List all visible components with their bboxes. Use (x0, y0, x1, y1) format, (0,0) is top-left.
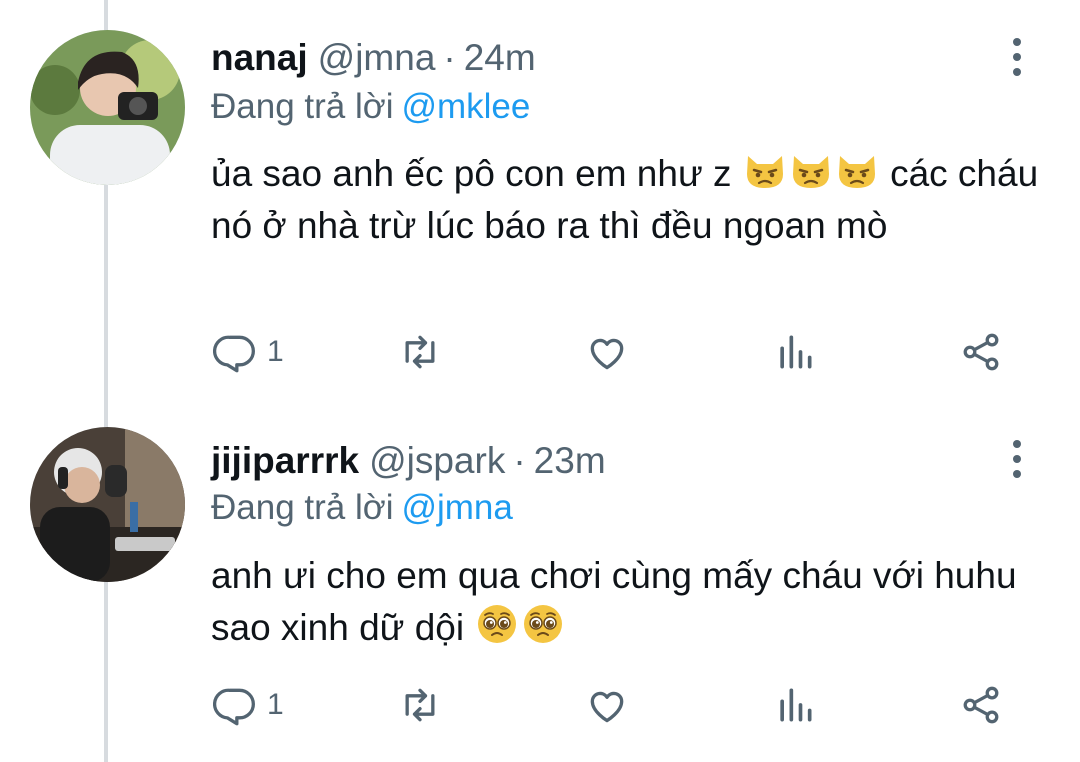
share-button[interactable] (959, 675, 1003, 735)
tweet-text: ủa sao anh ếc pô con em như z các cháu n… (211, 148, 1041, 252)
views-icon (780, 335, 812, 369)
username[interactable]: @jspark (369, 439, 505, 483)
share-button[interactable] (959, 322, 1003, 382)
tweet-text-part: anh ưi cho em qua chơi cùng mấy cháu với… (211, 555, 1017, 648)
like-icon (590, 338, 624, 370)
replying-prefix: Đang trả lời (211, 87, 394, 126)
timestamp[interactable]: 23m (534, 439, 606, 483)
retweet-button[interactable] (398, 322, 442, 382)
tweet-text-part: ủa sao anh ếc pô con em như z (211, 153, 732, 194)
tweet[interactable]: jijiparrrk @jspark · 23m Đang trả lời @jm… (0, 405, 1080, 762)
reply-icon (213, 688, 255, 726)
reply-count: 1 (267, 335, 284, 368)
pouting-cat-emoji (789, 148, 833, 192)
display-name[interactable]: nanaj (211, 36, 308, 80)
pouting-cat-emoji (743, 148, 787, 192)
tweet[interactable]: nanaj @jmna · 24m Đang trả lời @mklee ủa … (0, 0, 1080, 405)
like-icon (590, 691, 624, 723)
tweet-header: nanaj @jmna · 24m (211, 36, 1000, 80)
separator-dot: · (513, 440, 526, 481)
avatar[interactable] (30, 30, 185, 185)
reply-count: 1 (267, 688, 284, 721)
retweet-icon (405, 335, 435, 369)
pouting-cat-emoji (835, 148, 879, 192)
replying-to: Đang trả lời @mklee (211, 84, 530, 130)
separator-dot: · (443, 37, 456, 78)
tweet-text: anh ưi cho em qua chơi cùng mấy cháu với… (211, 550, 1041, 654)
display-name[interactable]: jijiparrrk (211, 439, 359, 483)
share-icon (963, 686, 999, 724)
share-icon (963, 333, 999, 371)
action-bar: 1 (211, 322, 1011, 382)
reply-button[interactable]: 1 (213, 675, 284, 735)
views-button[interactable] (773, 322, 817, 382)
action-bar: 1 (211, 675, 1011, 735)
mention-link[interactable]: @jmna (401, 488, 512, 527)
username[interactable]: @jmna (318, 36, 436, 80)
more-icon[interactable] (1002, 35, 1032, 79)
mention-link[interactable]: @mklee (401, 87, 530, 126)
reply-icon (213, 335, 255, 373)
views-icon (780, 688, 812, 722)
more-icon[interactable] (1002, 437, 1032, 481)
avatar[interactable] (30, 427, 185, 582)
tweet-header: jijiparrrk @jspark · 23m (211, 439, 1000, 483)
views-button[interactable] (773, 675, 817, 735)
pleading-face-emoji (521, 602, 565, 646)
reply-button[interactable]: 1 (213, 322, 284, 382)
retweet-button[interactable] (398, 675, 442, 735)
timestamp[interactable]: 24m (464, 36, 536, 80)
retweet-icon (405, 688, 435, 722)
pleading-face-emoji (475, 602, 519, 646)
like-button[interactable] (585, 675, 629, 735)
replying-to: Đang trả lời @jmna (211, 485, 513, 531)
replying-prefix: Đang trả lời (211, 488, 394, 527)
like-button[interactable] (585, 322, 629, 382)
